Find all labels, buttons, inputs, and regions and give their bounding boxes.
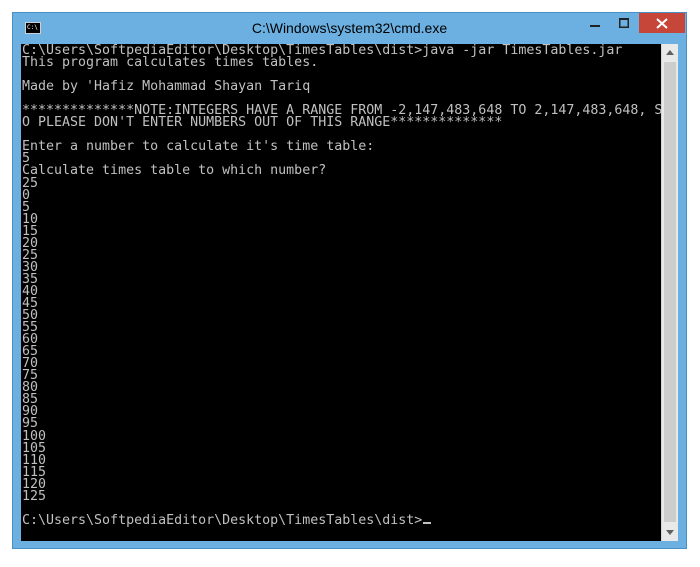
maximize-button[interactable] [611, 13, 637, 33]
scroll-down-arrow-icon [666, 530, 674, 535]
console-line: O PLEASE DON'T ENTER NUMBERS OUT OF THIS… [22, 115, 503, 131]
console-text: C:\Users\SoftpediaEditor\Desktop\TimesTa… [22, 44, 661, 528]
scroll-up-arrow-icon [666, 50, 674, 55]
vertical-scrollbar[interactable] [661, 44, 678, 541]
command-prompt: C:\Users\SoftpediaEditor\Desktop\TimesTa… [22, 512, 423, 528]
title-bar[interactable]: C:\Windows\system32\cmd.exe [13, 13, 686, 45]
console-line: This program calculates times tables. [22, 55, 319, 71]
console-lines: C:\Users\SoftpediaEditor\Desktop\TimesTa… [22, 44, 661, 504]
scroll-up-button[interactable] [662, 44, 678, 61]
console-line: Enter a number to calculate it's time ta… [22, 139, 375, 155]
scrollbar-thumb[interactable] [664, 62, 676, 522]
console-output[interactable]: C:\Users\SoftpediaEditor\Desktop\TimesTa… [21, 44, 661, 541]
console-line: Calculate times table to which number? [22, 163, 327, 179]
minimize-icon [590, 25, 600, 27]
console-line: 125 [22, 488, 47, 504]
scroll-down-button[interactable] [662, 524, 678, 541]
close-icon [656, 17, 668, 29]
close-button[interactable] [639, 13, 685, 33]
cmd-window: C:\Windows\system32\cmd.exe C:\Users\Sof… [12, 12, 687, 549]
minimize-button[interactable] [581, 13, 609, 33]
maximize-icon [619, 18, 629, 28]
console-line: Made by 'Hafiz Mohammad Shayan Tariq [22, 79, 311, 95]
text-cursor [423, 521, 432, 524]
